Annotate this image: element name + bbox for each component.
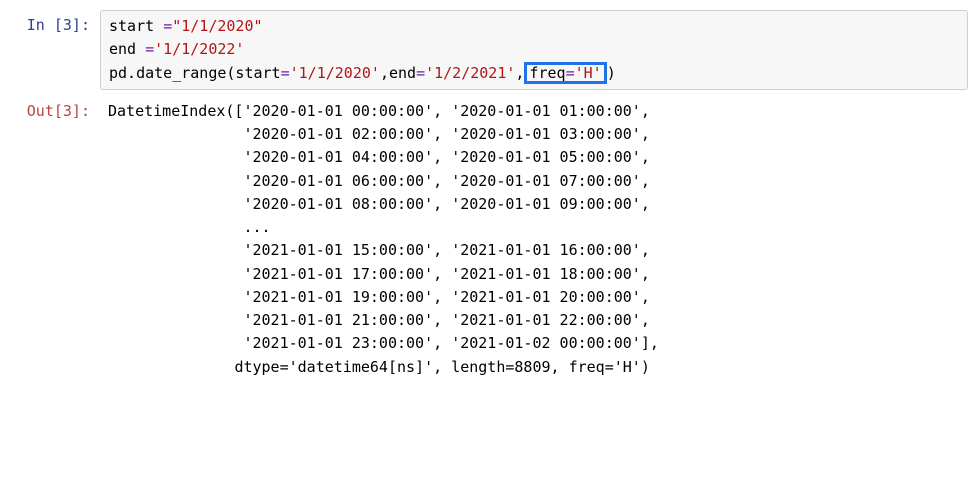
- code-token: ,end: [380, 64, 416, 82]
- code-token: pd.date_range(start: [109, 64, 281, 82]
- code-token: '1/2/2021': [425, 64, 515, 82]
- code-token: =: [416, 64, 425, 82]
- output-line: '2020-01-01 09:00:00': [451, 195, 641, 213]
- output-line: '2020-01-01 06:00:00': [243, 172, 433, 190]
- output-line: '2020-01-01 05:00:00': [451, 148, 641, 166]
- output-line: dtype='datetime64[ns]', length=8809, fre…: [234, 358, 649, 376]
- output-line: '2020-01-01 04:00:00': [243, 148, 433, 166]
- input-prompt: In [3]:: [10, 10, 100, 37]
- code-token: =: [566, 64, 575, 82]
- code-input-area[interactable]: start ="1/1/2020" end ='1/1/2022' pd.dat…: [100, 10, 968, 90]
- code-token: ,: [515, 64, 524, 82]
- notebook: In [3]: start ="1/1/2020" end ='1/1/2022…: [0, 0, 978, 399]
- output-line: '2020-01-01 03:00:00': [451, 125, 641, 143]
- output-line: '2021-01-01 23:00:00': [243, 334, 433, 352]
- output-line: '2021-01-01 16:00:00': [451, 241, 641, 259]
- output-line: '2020-01-01 08:00:00': [243, 195, 433, 213]
- output-line: '2021-01-01 18:00:00': [451, 265, 641, 283]
- code-token: end: [109, 40, 145, 58]
- output-cell: Out[3]: DatetimeIndex(['2020-01-01 00:00…: [10, 96, 968, 383]
- output-line: ...: [243, 218, 270, 236]
- output-line: '2020-01-01 00:00:00': [243, 102, 433, 120]
- code-token: start: [109, 17, 163, 35]
- output-line: '2021-01-01 17:00:00': [243, 265, 433, 283]
- output-text: DatetimeIndex(['2020-01-01 00:00:00', '2…: [100, 96, 968, 383]
- code-token: ): [607, 64, 616, 82]
- code-token: '1/1/2020': [290, 64, 380, 82]
- output-line: '2021-01-01 22:00:00': [451, 311, 641, 329]
- output-line: '2021-01-01 19:00:00': [243, 288, 433, 306]
- output-line: '2021-01-01 15:00:00': [243, 241, 433, 259]
- output-line: '2021-01-01 20:00:00': [451, 288, 641, 306]
- input-cell: In [3]: start ="1/1/2020" end ='1/1/2022…: [10, 10, 968, 90]
- output-line: '2021-01-02 00:00:00': [451, 334, 641, 352]
- code-token: =: [145, 40, 154, 58]
- output-line: DatetimeIndex([: [108, 102, 243, 120]
- code-token: "1/1/2020": [172, 17, 262, 35]
- code-token: =: [163, 17, 172, 35]
- code-token: 'H': [575, 64, 602, 82]
- output-line: '2020-01-01 02:00:00': [243, 125, 433, 143]
- output-line: '2021-01-01 21:00:00': [243, 311, 433, 329]
- output-prompt: Out[3]:: [10, 96, 100, 123]
- highlight-box: freq='H': [524, 62, 606, 85]
- output-line: '2020-01-01 07:00:00': [451, 172, 641, 190]
- code-token: =: [281, 64, 290, 82]
- output-line: '2020-01-01 01:00:00': [451, 102, 641, 120]
- code-token: freq: [529, 64, 565, 82]
- code-token: '1/1/2022': [154, 40, 244, 58]
